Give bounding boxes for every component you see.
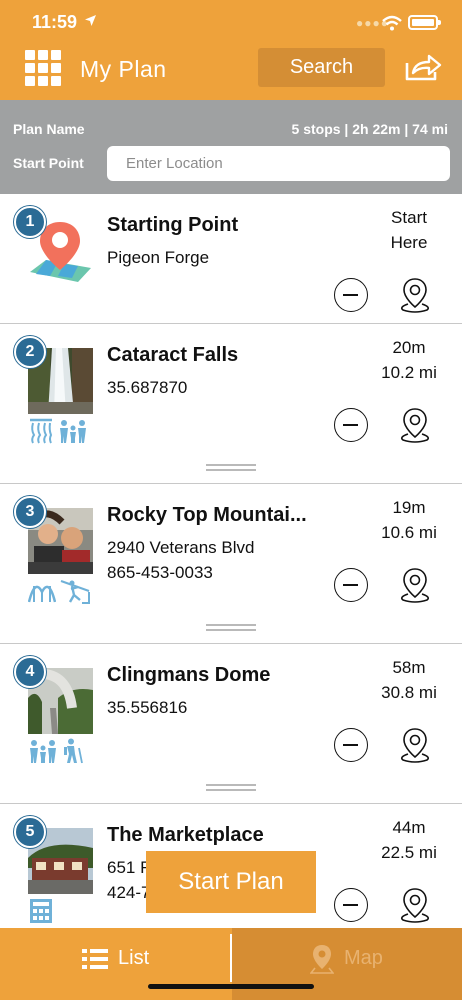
home-indicator: [148, 984, 314, 989]
tab-map-label: Map: [344, 947, 383, 969]
search-button[interactable]: Search: [258, 48, 385, 87]
stop-number-badge: 4: [14, 656, 46, 688]
stop-coordinates: 35.556816: [107, 698, 188, 717]
list-icon: [82, 948, 108, 975]
stop-name: The Marketplace: [107, 824, 264, 846]
stop-number-badge: 5: [14, 816, 46, 848]
app-header: 11:59 ●●●● My Plan Search: [0, 0, 462, 100]
location-arrow-icon: [84, 14, 97, 32]
stop-category-icons: [28, 738, 84, 764]
stop-category-icons: [28, 578, 90, 604]
map-marker-icon: [309, 944, 335, 979]
wifi-icon: [382, 15, 402, 36]
drag-handle[interactable]: [206, 624, 256, 632]
tab-list[interactable]: List: [0, 928, 230, 1000]
stop-number-badge: 3: [14, 496, 46, 528]
stop-address: 651 F: [107, 858, 151, 877]
map-pin-icon[interactable]: [397, 406, 433, 449]
status-time: 11:59: [32, 12, 78, 32]
stop-distance: Here: [390, 233, 428, 252]
stop-name: Cataract Falls: [107, 344, 239, 366]
stop-name: Starting Point: [107, 214, 239, 236]
bottom-tab-bar: List Map: [0, 928, 462, 1000]
stop-distance: 30.8 mi: [381, 683, 437, 702]
battery-icon: [408, 15, 441, 30]
stop-item[interactable]: 4 Clingmans Dome 35.556816 58m 30.8 mi: [0, 644, 462, 804]
family-category-icon: [60, 420, 86, 443]
start-location-input[interactable]: [107, 146, 450, 181]
map-pin-icon[interactable]: [397, 566, 433, 609]
map-pin-icon[interactable]: [397, 276, 433, 319]
start-plan-button[interactable]: Start Plan: [146, 851, 316, 913]
hiking-category-icon: [64, 738, 83, 764]
plan-summary: 5 stops | 2h 22m | 74 mi: [291, 121, 448, 137]
share-icon[interactable]: [404, 52, 442, 87]
stop-item[interactable]: 1 Starting Point Pigeon Forge Start Here: [0, 194, 462, 324]
zipline-category-icon: [60, 580, 90, 604]
remove-stop-button[interactable]: [334, 728, 368, 762]
menu-grid-icon[interactable]: [25, 50, 61, 86]
shopping-mall-category-icon: [30, 899, 52, 923]
stop-number-badge: 1: [14, 206, 46, 238]
coaster-category-icon: [28, 585, 56, 603]
start-point-label: Start Point: [13, 155, 84, 171]
stop-time: Start: [391, 208, 427, 227]
stop-distance: 10.2 mi: [381, 363, 437, 382]
stop-name: Rocky Top Mountai...: [107, 504, 307, 526]
stop-phone: 424-7: [107, 883, 151, 902]
stop-coordinates: 35.687870: [107, 378, 188, 397]
tab-list-label: List: [118, 947, 150, 969]
drag-handle[interactable]: [206, 784, 256, 792]
stop-time: 20m: [392, 338, 426, 357]
stop-phone: 865-453-0033: [107, 563, 213, 582]
stop-item[interactable]: 2 Cataract Falls 35.687870 20m 10.2 mi: [0, 324, 462, 484]
remove-stop-button[interactable]: [334, 278, 368, 312]
stop-time: 44m: [392, 818, 426, 837]
stops-list: 1 Starting Point Pigeon Forge Start Here…: [0, 194, 462, 964]
stop-address: 2940 Veterans Blvd: [107, 538, 255, 557]
status-bar: 11:59 ●●●●: [0, 0, 462, 44]
remove-stop-button[interactable]: [334, 408, 368, 442]
stop-item[interactable]: 3 Rocky Top Mountai... 2940 Veterans Blv…: [0, 484, 462, 644]
plan-name-label: Plan Name: [13, 121, 85, 137]
map-pin-icon[interactable]: [397, 886, 433, 929]
page-title: My Plan: [80, 56, 167, 82]
remove-stop-button[interactable]: [334, 888, 368, 922]
stop-category-icons: [28, 418, 88, 444]
drag-handle[interactable]: [206, 464, 256, 472]
stop-distance: 22.5 mi: [381, 843, 437, 862]
waterfall-category-icon: [30, 418, 53, 444]
stop-number-badge: 2: [14, 336, 46, 368]
plan-info-bar: Plan Name 5 stops | 2h 22m | 74 mi Start…: [0, 100, 462, 194]
family-category-icon: [30, 740, 56, 763]
map-pin-icon[interactable]: [397, 726, 433, 769]
stop-name: Clingmans Dome: [107, 664, 271, 686]
stop-time: 19m: [392, 498, 426, 517]
remove-stop-button[interactable]: [334, 568, 368, 602]
stop-distance: 10.6 mi: [381, 523, 437, 542]
tab-map[interactable]: Map: [232, 928, 462, 1000]
stop-category-icons: [28, 898, 54, 924]
stop-address: Pigeon Forge: [107, 248, 210, 267]
stop-time: 58m: [392, 658, 426, 677]
